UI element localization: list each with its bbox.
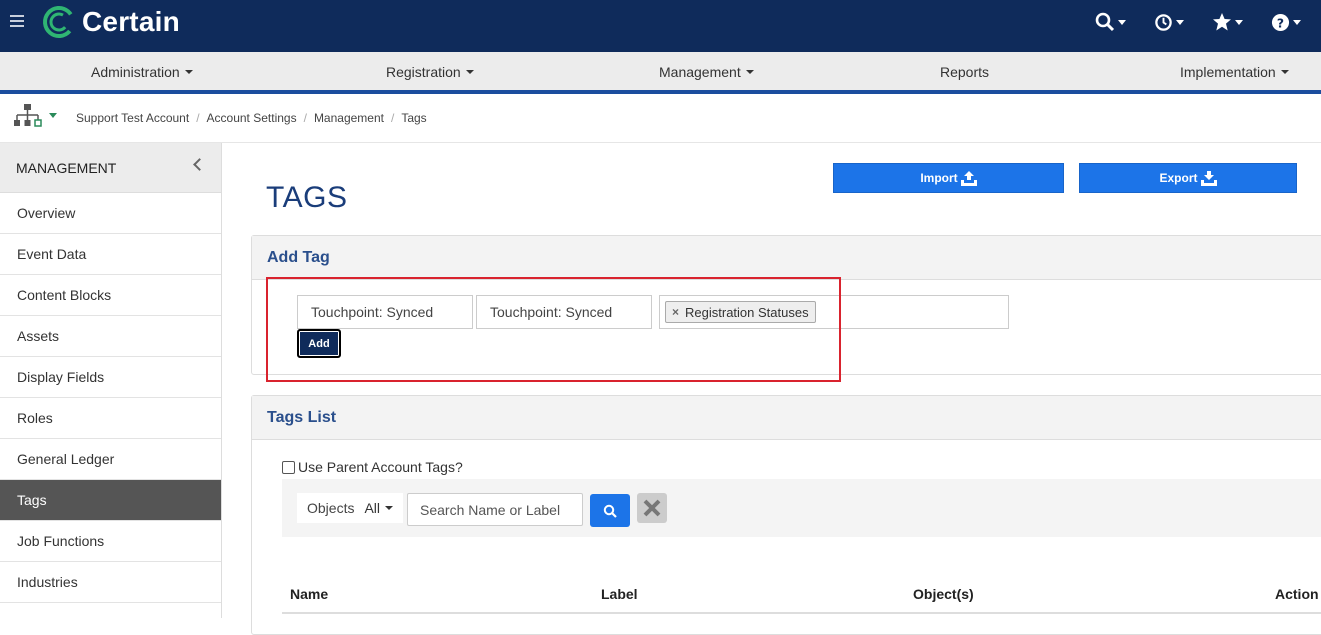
chevron-left-icon[interactable]	[193, 158, 206, 171]
search-button[interactable]	[590, 494, 630, 527]
sidebar-item-job-functions[interactable]: Job Functions	[0, 521, 221, 562]
chevron-down-icon	[385, 506, 394, 510]
nav-label: Implementation	[1180, 64, 1276, 80]
account-hierarchy-icon[interactable]	[13, 103, 43, 129]
breadcrumb-item[interactable]: Management	[314, 111, 384, 125]
use-parent-tags-checkbox[interactable]	[282, 460, 295, 474]
breadcrumb-current: Tags	[401, 111, 427, 125]
column-header-name[interactable]: Name	[290, 586, 328, 602]
search-icon	[603, 504, 617, 518]
export-button[interactable]: Export	[1079, 163, 1297, 193]
sidebar: MANAGEMENT Overview Event Data Content B…	[0, 143, 222, 618]
help-icon: ?	[1271, 13, 1290, 31]
app-name: Certain	[82, 6, 180, 37]
search-input[interactable]: Search Name or Label	[407, 493, 583, 526]
sidebar-item-roles[interactable]: Roles	[0, 398, 221, 439]
sidebar-item-general-ledger[interactable]: General Ledger	[0, 439, 221, 480]
highlight-box	[266, 277, 841, 382]
use-parent-tags-row[interactable]: Use Parent Account Tags?	[282, 459, 463, 475]
help-menu[interactable]: ?	[1271, 10, 1301, 34]
objects-filter-value: All	[364, 500, 381, 516]
download-icon	[1200, 170, 1217, 186]
nav-label: Management	[659, 64, 741, 80]
upload-icon	[960, 170, 977, 186]
sidebar-item-event-data[interactable]: Event Data	[0, 234, 221, 275]
nav-management[interactable]: Management	[659, 64, 754, 80]
history-menu[interactable]	[1154, 10, 1184, 34]
sidebar-item-tags[interactable]: Tags	[0, 480, 221, 521]
close-icon	[643, 499, 661, 517]
export-label: Export	[1159, 171, 1198, 185]
favorites-menu[interactable]	[1212, 10, 1243, 34]
table-header-divider	[282, 612, 1321, 614]
nav-label: Administration	[91, 64, 180, 80]
search-menu[interactable]	[1095, 10, 1126, 34]
import-button[interactable]: Import	[833, 163, 1064, 193]
nav-registration[interactable]: Registration	[386, 64, 474, 80]
search-placeholder: Search Name or Label	[420, 501, 561, 518]
use-parent-tags-label: Use Parent Account Tags?	[298, 459, 463, 475]
sidebar-item-industries[interactable]: Industries	[0, 562, 221, 603]
breadcrumb-item[interactable]: Support Test Account	[76, 111, 189, 125]
import-label: Import	[920, 171, 958, 185]
main-nav: Administration Registration Management R…	[0, 52, 1321, 94]
menu-icon[interactable]	[10, 15, 24, 29]
chevron-down-icon	[1280, 70, 1289, 74]
objects-filter-label: Objects	[307, 500, 355, 516]
objects-filter-dropdown[interactable]: Objects All	[297, 493, 404, 523]
nav-label: Reports	[940, 64, 990, 80]
column-header-action: Action	[1275, 586, 1319, 602]
page-title: TAGS	[266, 181, 348, 214]
breadcrumb-item[interactable]: Account Settings	[207, 111, 297, 125]
column-header-label[interactable]: Label	[601, 586, 638, 602]
search-icon	[1095, 12, 1115, 32]
account-switch-caret-icon[interactable]	[49, 113, 57, 118]
sidebar-item-overview[interactable]: Overview	[0, 193, 221, 234]
nav-administration[interactable]: Administration	[91, 64, 193, 80]
breadcrumb-bar: Support Test Account / Account Settings …	[0, 97, 1321, 143]
add-tag-heading: Add Tag	[252, 236, 1321, 280]
nav-implementation[interactable]: Implementation	[1180, 64, 1289, 80]
nav-label: Registration	[386, 64, 461, 80]
nav-reports[interactable]: Reports	[940, 64, 989, 80]
sidebar-item-display-fields[interactable]: Display Fields	[0, 357, 221, 398]
clear-search-button[interactable]	[637, 493, 667, 523]
chevron-down-icon	[745, 70, 754, 74]
certain-logo[interactable]: Certain	[42, 5, 180, 39]
column-header-objects[interactable]: Object(s)	[913, 586, 974, 602]
certain-logo-icon	[43, 6, 75, 38]
tags-list-heading: Tags List	[252, 396, 1321, 440]
chevron-down-icon	[465, 70, 474, 74]
top-bar: Certain ?	[0, 0, 1321, 52]
svg-text:?: ?	[1277, 16, 1284, 30]
main-content: TAGS Import Export Add Tag Touchpoint: S…	[222, 143, 1321, 635]
sidebar-heading: MANAGEMENT	[0, 143, 221, 193]
history-icon	[1155, 13, 1172, 31]
breadcrumb: Support Test Account / Account Settings …	[76, 111, 427, 125]
star-icon	[1213, 13, 1231, 31]
chevron-down-icon	[184, 70, 193, 74]
sidebar-item-assets[interactable]: Assets	[0, 316, 221, 357]
sidebar-heading-label: MANAGEMENT	[16, 159, 117, 176]
sidebar-item-content-blocks[interactable]: Content Blocks	[0, 275, 221, 316]
